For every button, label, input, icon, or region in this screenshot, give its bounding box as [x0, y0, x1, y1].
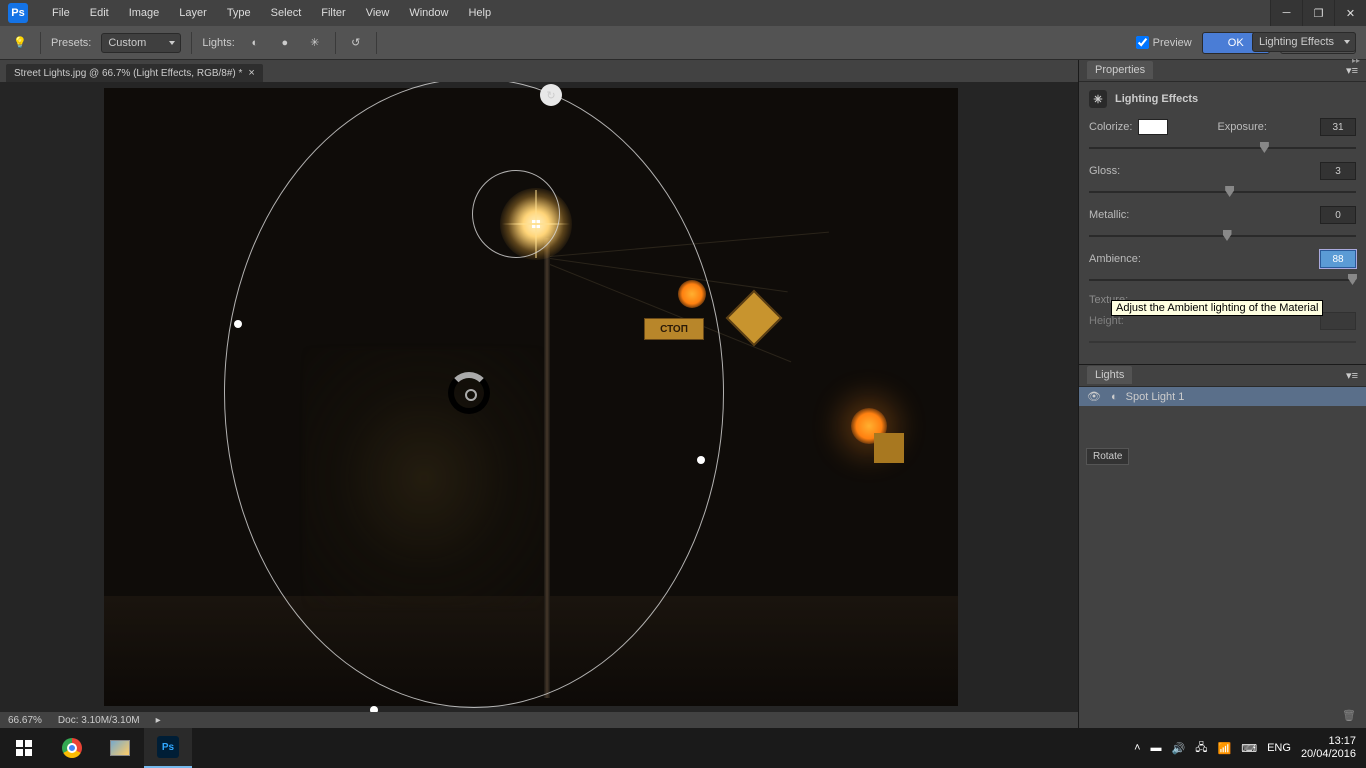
window-controls: ─ ❐ ✕: [1270, 0, 1366, 26]
battery-icon[interactable]: ▬: [1151, 742, 1162, 754]
height-slider: [1089, 336, 1356, 348]
metallic-value[interactable]: 0: [1320, 206, 1356, 224]
preview-checkbox[interactable]: [1136, 36, 1149, 49]
lighting-effects-dropdown[interactable]: Lighting Effects: [1252, 32, 1356, 52]
trash-icon[interactable]: 🗑: [1342, 709, 1356, 722]
document-canvas[interactable]: СТОП: [104, 88, 958, 706]
volume-icon[interactable]: 🔊: [1172, 742, 1186, 755]
menu-window[interactable]: Window: [399, 0, 458, 26]
panel-menu-icon[interactable]: ▾≡: [1346, 369, 1358, 382]
stop-sign: СТОП: [644, 318, 704, 340]
clock[interactable]: 13:17 20/04/2016: [1301, 735, 1356, 761]
exposure-slider[interactable]: [1089, 142, 1356, 154]
menu-bar: Ps File Edit Image Layer Type Select Fil…: [0, 0, 1366, 26]
playhead-icon[interactable]: ▸: [156, 715, 161, 726]
minimize-button[interactable]: ─: [1270, 0, 1302, 26]
gloss-label: Gloss:: [1089, 165, 1120, 177]
doc-info: Doc: 3.10M/3.10M: [58, 715, 140, 726]
canvas-area: СТОП ↻: [0, 82, 1078, 712]
tray-expand-icon[interactable]: ˄: [1134, 742, 1140, 754]
gloss-value[interactable]: 3: [1320, 162, 1356, 180]
panel-menu-icon[interactable]: ▾≡: [1346, 64, 1358, 77]
menu-help[interactable]: Help: [458, 0, 501, 26]
ambience-label: Ambience:: [1089, 253, 1141, 265]
presets-dropdown[interactable]: Custom: [101, 33, 181, 53]
light-item-label: Spot Light 1: [1126, 391, 1185, 403]
bulb-icon: 💡: [10, 33, 30, 53]
taskbar-photos[interactable]: [96, 728, 144, 768]
maximize-button[interactable]: ❐: [1302, 0, 1334, 26]
network-icon[interactable]: 🖧: [1195, 739, 1207, 758]
document-tab[interactable]: Street Lights.jpg @ 66.7% (Light Effects…: [6, 64, 263, 82]
ambience-slider[interactable]: [1089, 274, 1356, 286]
colorize-swatch[interactable]: [1138, 119, 1168, 135]
document-tab-title: Street Lights.jpg @ 66.7% (Light Effects…: [14, 68, 242, 79]
close-button[interactable]: ✕: [1334, 0, 1366, 26]
metallic-slider[interactable]: [1089, 230, 1356, 242]
metallic-label: Metallic:: [1089, 209, 1129, 221]
app-logo: Ps: [8, 3, 28, 23]
spot-light-icon[interactable]: ◐: [245, 33, 265, 53]
keyboard-icon[interactable]: ⌨: [1241, 742, 1257, 755]
properties-panel: ✳ Lighting Effects Colorize: Exposure: 3…: [1079, 82, 1366, 364]
right-panel-area: ▸▸ Properties ▾≡ ✳ Lighting Effects Colo…: [1078, 60, 1366, 728]
taskbar-photoshop[interactable]: Ps: [144, 728, 192, 768]
exposure-label: Exposure:: [1217, 121, 1267, 133]
visibility-icon[interactable]: 👁: [1087, 390, 1103, 403]
panel-expand-icon[interactable]: ▸▸: [1078, 56, 1366, 64]
height-value: [1320, 312, 1356, 330]
system-tray: ˄ ▬ 🔊 🖧 📶 ⌨ ENG 13:17 20/04/2016: [1134, 735, 1366, 761]
windows-taskbar: Ps ˄ ▬ 🔊 🖧 📶 ⌨ ENG 13:17 20/04/2016: [0, 728, 1366, 768]
menu-image[interactable]: Image: [119, 0, 170, 26]
options-bar: 💡 Presets: Custom Lights: ◐ ● ✳ ↺ Previe…: [0, 26, 1366, 60]
effect-title: Lighting Effects: [1115, 93, 1198, 105]
lighting-effects-icon: ✳: [1089, 90, 1107, 108]
light-item-spot-1[interactable]: 👁 ◐ Spot Light 1: [1079, 387, 1366, 406]
lights-tab[interactable]: Lights ▾≡: [1079, 365, 1366, 387]
menu-file[interactable]: File: [42, 0, 80, 26]
zoom-level[interactable]: 66.67%: [8, 715, 42, 726]
ambience-tooltip: Adjust the Ambient lighting of the Mater…: [1111, 300, 1323, 316]
menu-edit[interactable]: Edit: [80, 0, 119, 26]
exposure-value[interactable]: 31: [1320, 118, 1356, 136]
menu-view[interactable]: View: [356, 0, 400, 26]
lights-label: Lights:: [202, 37, 234, 49]
status-bar: 66.67% Doc: 3.10M/3.10M ▸: [0, 712, 1078, 728]
start-button[interactable]: [0, 728, 48, 768]
reset-icon[interactable]: ↺: [346, 33, 366, 53]
menu-select[interactable]: Select: [261, 0, 312, 26]
point-light-icon[interactable]: ●: [275, 33, 295, 53]
rotate-tooltip: Rotate: [1086, 448, 1129, 465]
colorize-label: Colorize:: [1089, 121, 1132, 133]
infinite-light-icon[interactable]: ✳: [305, 33, 325, 53]
language-indicator[interactable]: ENG: [1267, 742, 1291, 754]
preview-label: Preview: [1153, 37, 1192, 49]
menu-filter[interactable]: Filter: [311, 0, 355, 26]
menu-type[interactable]: Type: [217, 0, 261, 26]
gloss-slider[interactable]: [1089, 186, 1356, 198]
ambience-value[interactable]: 88: [1320, 250, 1356, 268]
menu-layer[interactable]: Layer: [169, 0, 217, 26]
spot-light-icon: ◐: [1111, 391, 1118, 403]
wifi-icon[interactable]: 📶: [1218, 742, 1232, 755]
taskbar-chrome[interactable]: [48, 728, 96, 768]
height-label: Height:: [1089, 315, 1124, 327]
presets-label: Presets:: [51, 37, 91, 49]
tab-close-icon[interactable]: ×: [248, 67, 254, 79]
